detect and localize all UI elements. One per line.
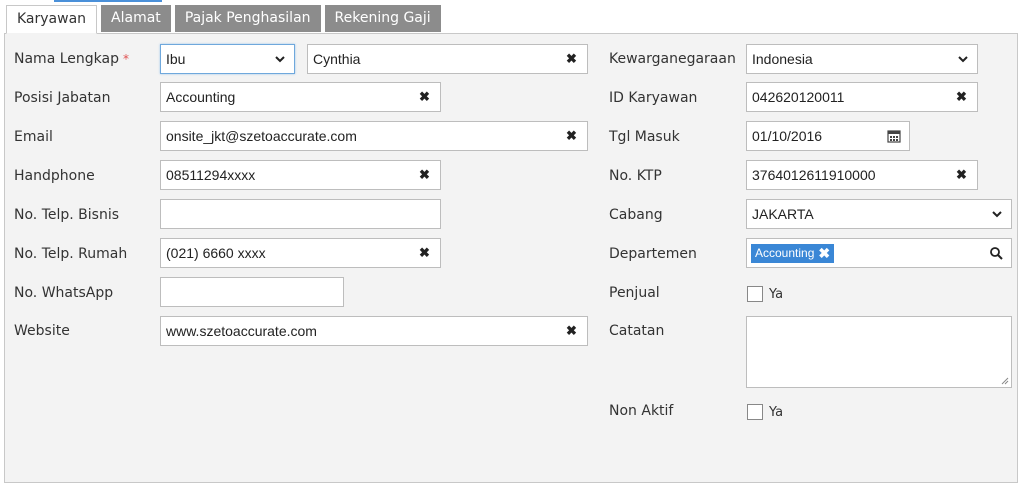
label-whatsapp: No. WhatsApp <box>14 285 114 301</box>
nama-lengkap-input[interactable]: Cynthia ✖ <box>307 44 588 74</box>
label-departemen: Departemen <box>609 246 697 262</box>
tab-karyawan[interactable]: Karyawan <box>6 5 98 34</box>
clear-icon[interactable]: ✖ <box>419 246 431 260</box>
label-id-karyawan: ID Karyawan <box>609 90 698 106</box>
chevron-down-icon <box>275 56 285 63</box>
clear-icon[interactable]: ✖ <box>566 129 578 143</box>
search-icon[interactable] <box>989 246 1003 260</box>
clear-icon[interactable]: ✖ <box>419 168 431 182</box>
posisi-jabatan-value: Accounting <box>166 89 236 105</box>
kewarganegaraan-value: Indonesia <box>752 51 813 67</box>
tab-pajak-penghasilan[interactable]: Pajak Penghasilan <box>174 5 321 32</box>
form-panel: Nama Lengkap * Ibu Cynthia ✖ Posisi Jabat… <box>4 33 1018 483</box>
clear-icon[interactable]: ✖ <box>956 90 968 104</box>
posisi-jabatan-input[interactable]: Accounting ✖ <box>160 82 441 112</box>
departemen-input[interactable]: Accounting ✖ <box>746 238 1012 268</box>
handphone-value: 08511294xxxx <box>166 167 256 183</box>
clear-icon[interactable]: ✖ <box>956 168 968 182</box>
departemen-tag: Accounting ✖ <box>751 244 835 263</box>
label-website: Website <box>14 323 70 339</box>
non-aktif-checkbox-label: Ya <box>769 405 784 420</box>
label-penjual: Penjual <box>609 285 660 301</box>
required-marker: * <box>122 52 129 66</box>
penjual-checkbox[interactable] <box>747 286 763 302</box>
tgl-masuk-input[interactable]: 01/10/2016 <box>746 121 910 151</box>
tab-bar: Karyawan Alamat Pajak Penghasilan Rekeni… <box>6 5 441 34</box>
website-input[interactable]: www.szetoaccurate.com ✖ <box>160 316 588 346</box>
tgl-masuk-value: 01/10/2016 <box>752 128 823 144</box>
telp-rumah-input[interactable]: (021) 6660 xxxx ✖ <box>160 238 441 268</box>
label-telp-rumah: No. Telp. Rumah <box>14 246 128 262</box>
label-text: Nama Lengkap <box>14 51 119 67</box>
id-karyawan-input[interactable]: 042620120011 ✖ <box>746 82 978 112</box>
departemen-tag-label: Accounting <box>755 246 815 260</box>
clear-icon[interactable]: ✖ <box>419 90 431 104</box>
label-no-ktp: No. KTP <box>609 168 662 184</box>
telp-rumah-value: (021) 6660 xxxx <box>166 245 266 261</box>
website-value: www.szetoaccurate.com <box>166 323 317 339</box>
label-kewarganegaraan: Kewarganegaraan <box>609 51 736 67</box>
label-tgl-masuk: Tgl Masuk <box>609 129 680 145</box>
telp-bisnis-input[interactable] <box>160 199 441 229</box>
salutation-select[interactable]: Ibu <box>160 44 295 74</box>
cabang-value: JAKARTA <box>752 206 814 222</box>
no-ktp-value: 3764012611910000 <box>752 167 876 183</box>
chevron-down-icon <box>992 211 1002 218</box>
clear-icon[interactable]: ✖ <box>566 324 578 338</box>
non-aktif-checkbox[interactable] <box>747 404 763 420</box>
whatsapp-input[interactable] <box>160 277 344 307</box>
label-catatan: Catatan <box>609 323 665 339</box>
label-non-aktif: Non Aktif <box>609 403 674 419</box>
label-email: Email <box>14 129 53 145</box>
label-cabang: Cabang <box>609 207 663 223</box>
tab-alamat[interactable]: Alamat <box>101 5 171 32</box>
email-value: onsite_jkt@szetoaccurate.com <box>166 128 357 144</box>
nama-lengkap-value: Cynthia <box>313 51 361 67</box>
label-nama-lengkap: Nama Lengkap * <box>14 51 129 67</box>
remove-tag-icon[interactable]: ✖ <box>818 244 830 263</box>
resize-handle-icon[interactable] <box>1001 377 1009 385</box>
penjual-checkbox-label: Ya <box>769 287 784 302</box>
clear-icon[interactable]: ✖ <box>566 52 578 66</box>
chevron-down-icon <box>958 56 968 63</box>
email-input[interactable]: onsite_jkt@szetoaccurate.com ✖ <box>160 121 588 151</box>
calendar-icon[interactable] <box>887 129 901 143</box>
label-posisi-jabatan: Posisi Jabatan <box>14 90 111 106</box>
cabang-select[interactable]: JAKARTA <box>746 199 1012 229</box>
kewarganegaraan-select[interactable]: Indonesia <box>746 44 978 74</box>
label-telp-bisnis: No. Telp. Bisnis <box>14 207 119 223</box>
catatan-textarea[interactable] <box>746 316 1012 388</box>
active-indicator <box>54 0 162 2</box>
label-handphone: Handphone <box>14 168 95 184</box>
tab-rekening-gaji[interactable]: Rekening Gaji <box>324 5 441 32</box>
no-ktp-input[interactable]: 3764012611910000 ✖ <box>746 160 978 190</box>
handphone-input[interactable]: 08511294xxxx ✖ <box>160 160 441 190</box>
salutation-value: Ibu <box>166 51 186 67</box>
id-karyawan-value: 042620120011 <box>752 89 845 105</box>
